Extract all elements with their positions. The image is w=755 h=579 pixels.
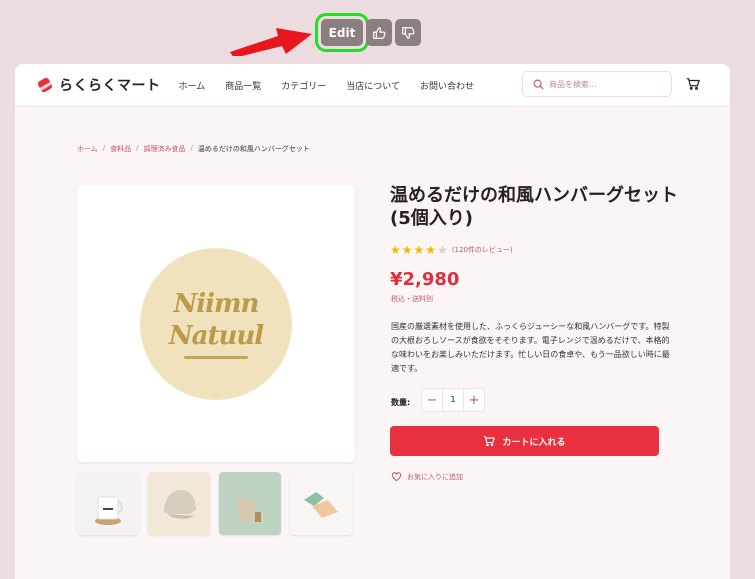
edit-button[interactable]: Edit <box>315 13 369 52</box>
breadcrumb-separator: / <box>102 144 106 152</box>
cart-icon[interactable] <box>686 77 700 91</box>
star-icon: ★ <box>401 243 413 257</box>
star-icon: ★ <box>390 243 401 257</box>
thumbnail-cap[interactable] <box>148 472 210 535</box>
logo[interactable]: らくらくマート <box>37 75 161 95</box>
menu-item-about[interactable]: 当店について <box>346 79 400 92</box>
search-icon <box>533 79 544 90</box>
search-box <box>522 71 672 97</box>
quantity-value[interactable]: 1 <box>442 389 464 411</box>
image-text-line2: Natuul <box>168 321 264 351</box>
product-rating: ★ ★ ★ ★ ★ (120件のレビュー) <box>390 243 513 257</box>
image-text-line1: Niimn <box>173 289 260 319</box>
cart-icon <box>484 435 496 447</box>
floating-toolbar: Edit <box>315 13 421 52</box>
breadcrumb-home[interactable]: ホーム <box>77 144 98 154</box>
product-logo-circle: Niimn Natuul <box>140 247 292 400</box>
favorite-link[interactable]: お気に入りに追加 <box>391 471 463 482</box>
star-icon: ★ <box>413 243 425 257</box>
browser-window: らくらくマート ホーム 商品一覧 カテゴリー 当店について お問い合わせ ホーム… <box>15 64 730 579</box>
cup-image <box>237 500 261 522</box>
mug-image <box>95 496 123 525</box>
favorite-label: お気に入りに追加 <box>407 472 463 481</box>
product-title: 温めるだけの和風ハンバーグセット (5個入り) <box>390 185 678 229</box>
menu-item-categories[interactable]: カテゴリー <box>281 79 326 92</box>
thumbnail-list <box>77 472 352 535</box>
heart-icon <box>391 472 402 482</box>
thumbnail-cup[interactable] <box>219 472 281 535</box>
logo-icon <box>37 77 53 93</box>
logo-text: らくらくマート <box>59 78 161 94</box>
add-to-cart-label: カートに入れる <box>502 437 566 448</box>
decrement-button[interactable]: − <box>422 393 442 408</box>
breadcrumb: ホーム / 食料品 / 調理済み食品 / 温めるだけの和風ハンバーグセット <box>77 144 310 154</box>
thumbs-down-icon <box>402 26 415 39</box>
thumbnail-card[interactable] <box>290 472 352 535</box>
thumbs-up-button[interactable] <box>366 19 392 46</box>
quantity-stepper: − 1 + <box>421 388 485 412</box>
review-count[interactable]: (120件のレビュー) <box>452 245 513 255</box>
star-icon: ★ <box>425 243 437 257</box>
breadcrumb-separator: / <box>136 144 139 152</box>
increment-button[interactable]: + <box>464 393 484 408</box>
menu-item-products[interactable]: 商品一覧 <box>225 79 261 92</box>
thumbs-up-icon <box>373 26 386 39</box>
thumbs-down-button[interactable] <box>395 19 421 46</box>
search-input[interactable] <box>549 79 659 89</box>
tax-note: 税込・送料別 <box>391 295 433 303</box>
breadcrumb-separator: / <box>190 144 193 152</box>
product-price: ¥2,980 <box>390 269 460 290</box>
menu-item-home[interactable]: ホーム <box>179 79 206 92</box>
product-main-image[interactable]: Niimn Natuul <box>77 185 355 462</box>
header-nav: らくらくマート ホーム 商品一覧 カテゴリー 当店について お問い合わせ <box>15 64 730 107</box>
image-underline <box>184 356 248 359</box>
thumbnail-mug[interactable] <box>77 472 139 535</box>
quantity-label: 数量: <box>391 398 411 407</box>
red-arrow-annotation <box>230 28 312 56</box>
product-description: 国産の厳選素材を使用した、ふっくらジューシーな和風ハンバーグです。特製の大根おろ… <box>391 322 670 373</box>
cap-image <box>164 490 196 519</box>
breadcrumb-prepared[interactable]: 調理済み食品 <box>144 144 186 154</box>
main-menu: ホーム 商品一覧 カテゴリー 当店について お問い合わせ <box>179 79 495 92</box>
menu-item-contact[interactable]: お問い合わせ <box>420 79 474 92</box>
breadcrumb-current: 温めるだけの和風ハンバーグセット <box>197 145 310 153</box>
add-to-cart-button[interactable]: カートに入れる <box>390 426 659 456</box>
card-image <box>304 492 338 518</box>
star-empty-icon: ★ <box>437 243 448 257</box>
breadcrumb-food[interactable]: 食料品 <box>110 144 131 154</box>
